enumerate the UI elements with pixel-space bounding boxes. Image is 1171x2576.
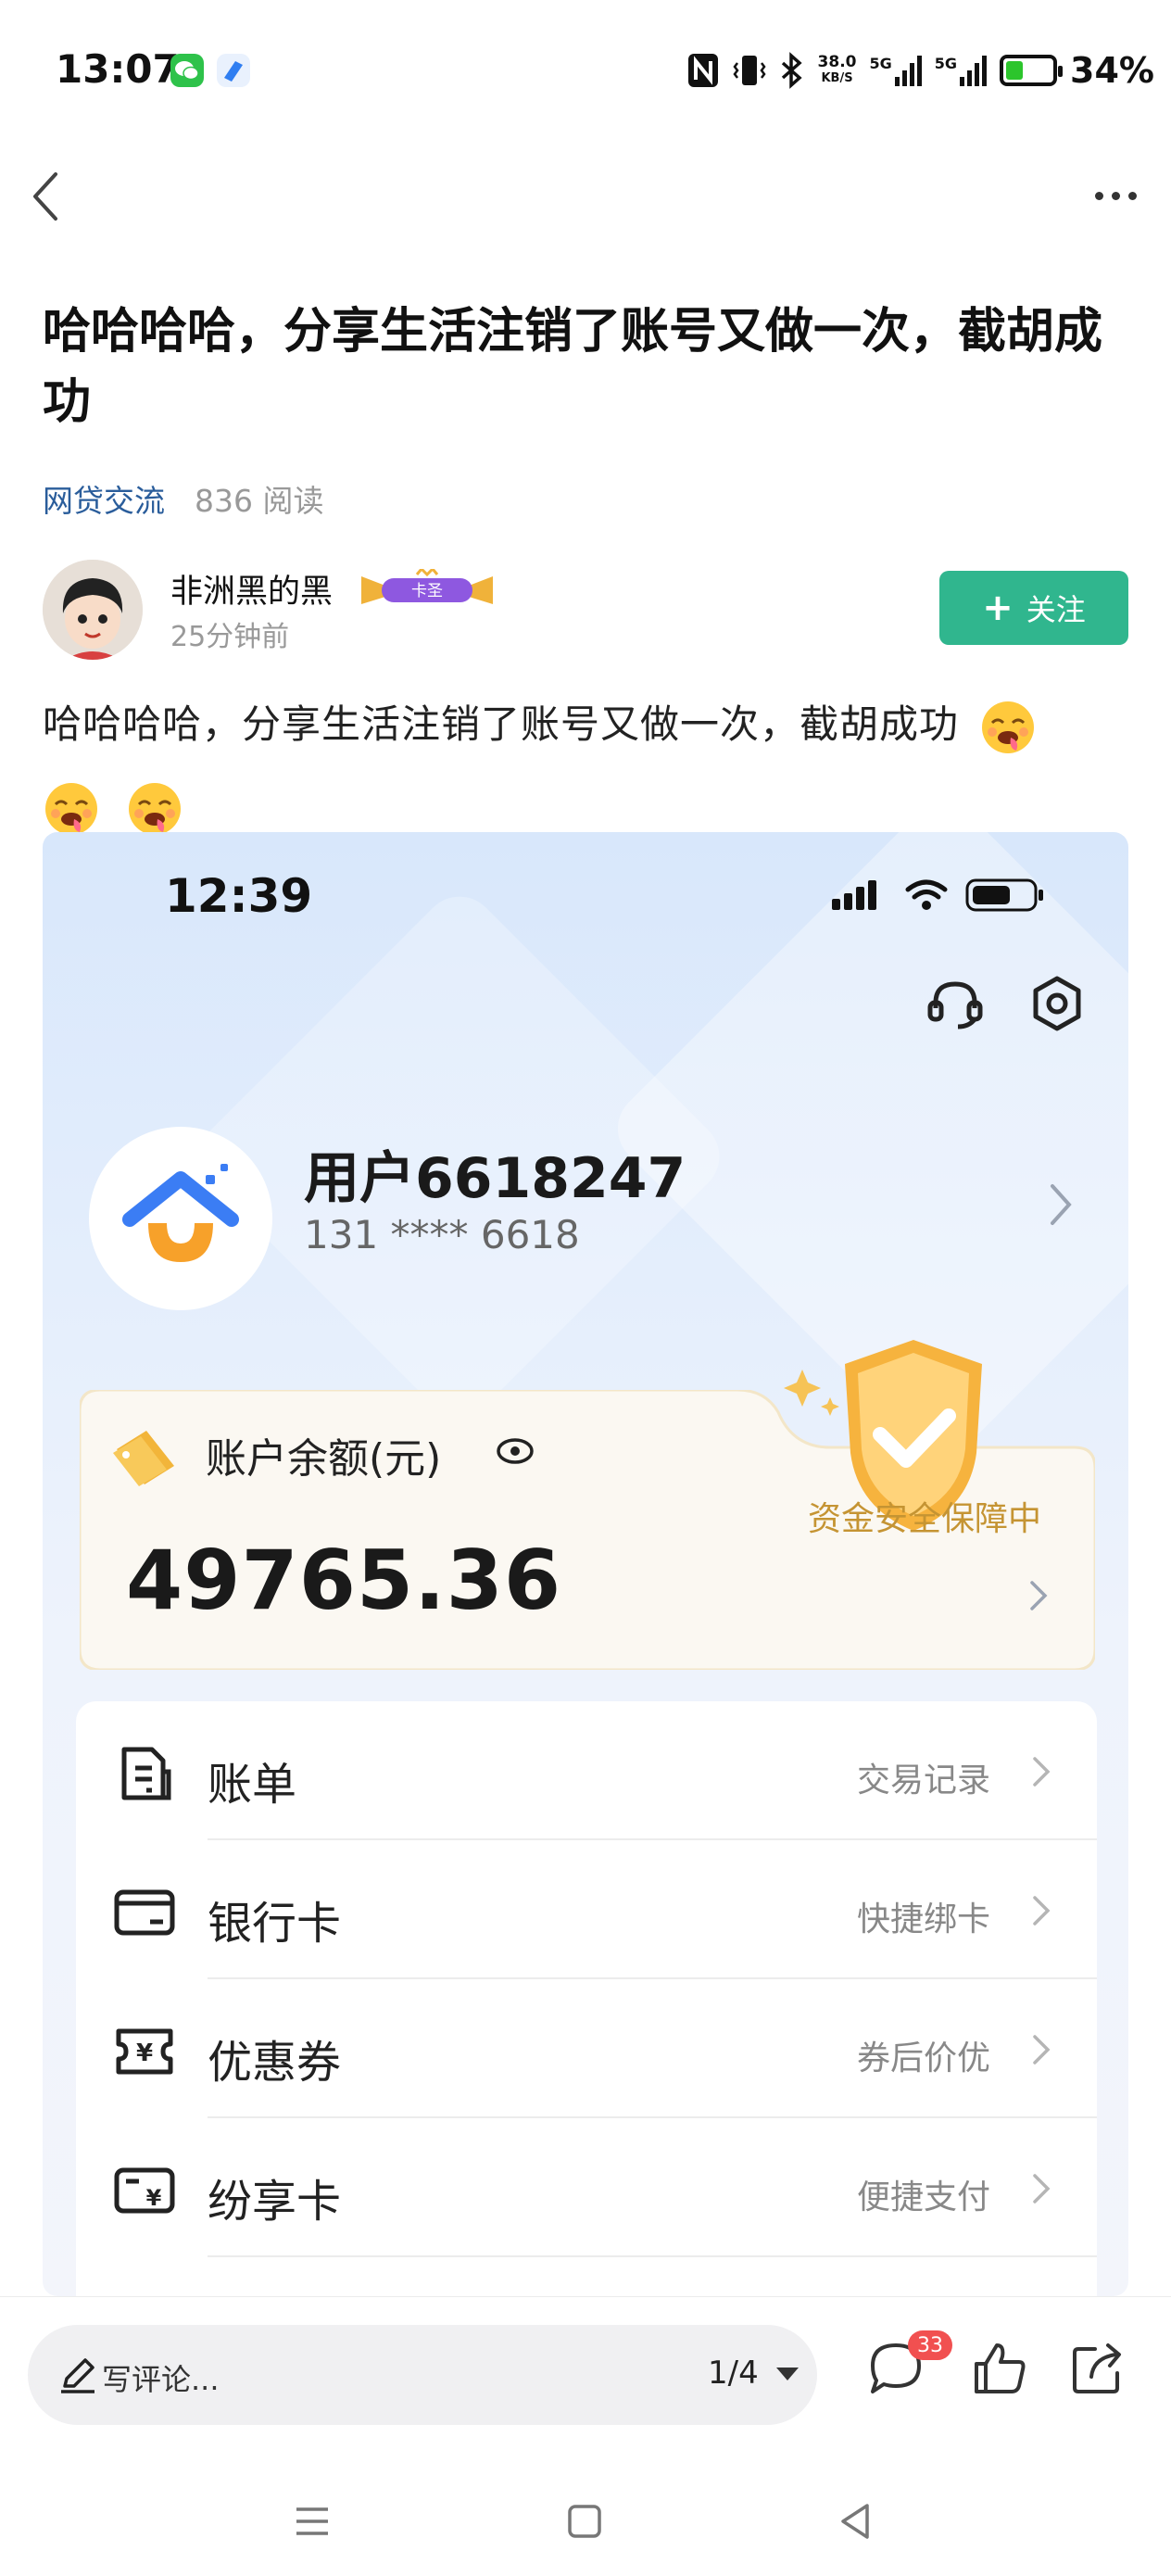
eye-icon[interactable]	[495, 1434, 535, 1468]
menu-sublabel: 交易记录	[856, 1762, 990, 1799]
more-dot-icon	[1127, 191, 1137, 200]
wifi-icon	[905, 879, 948, 910]
menu-sublabel: 快捷绑卡	[856, 1900, 990, 1938]
author-name[interactable]: 非洲黑的黑	[170, 565, 333, 612]
menu-sublabel: 便捷支付	[856, 2178, 990, 2216]
status-bar: 13:07 38.0 KB/S 5G 5G 34%	[0, 0, 1171, 139]
menu-label: 纷享卡	[208, 2176, 342, 2228]
status-time: 13:07	[56, 46, 180, 92]
menu-item-bill[interactable]: 账单 交易记录	[76, 1701, 1097, 1840]
author-badge: 卡圣	[358, 566, 497, 610]
post-time: 25分钟前	[170, 621, 290, 653]
app-logo	[89, 1127, 272, 1310]
embedded-status-time: 12:39	[165, 869, 313, 923]
read-count: 836 阅读	[195, 483, 324, 519]
signal-icon	[832, 880, 876, 910]
phone-number: 131 **** 6618	[304, 1212, 580, 1257]
divider	[208, 2255, 1097, 2257]
yummy-emoji-icon	[982, 701, 1035, 753]
security-guarantee: 资金安全保障中	[808, 1500, 1042, 1538]
home-icon[interactable]	[561, 2498, 608, 2544]
settings-icon[interactable]	[1025, 971, 1089, 1036]
app-icon	[217, 54, 250, 87]
menu-item-share-card[interactable]: ¥ 纷享卡 便捷支付	[76, 2118, 1097, 2257]
avatar[interactable]	[43, 560, 143, 660]
chevron-right-icon[interactable]	[1025, 1573, 1052, 1618]
menu-item-coupon[interactable]: ¥ 优惠券 券后价优	[76, 1979, 1097, 2118]
menu-item-bank-card[interactable]: 银行卡 快捷绑卡	[76, 1840, 1097, 1979]
svg-text:¥: ¥	[146, 2185, 162, 2211]
account-menu: 账单 交易记录 银行卡 快捷绑卡 ¥ 优惠券 券后价优 ¥ 纷享卡 便捷支付	[76, 1701, 1097, 2296]
back-icon[interactable]	[832, 2498, 878, 2544]
wechat-icon	[170, 54, 204, 87]
svg-text:¥: ¥	[136, 2039, 153, 2067]
comment-placeholder: 写评论...	[102, 2362, 220, 2397]
caret-down-icon[interactable]	[776, 2368, 799, 2380]
chevron-right-icon[interactable]	[1041, 1177, 1078, 1232]
embedded-status-icons	[832, 877, 1045, 914]
chevron-right-icon	[1033, 1757, 1051, 1787]
battery-percent: 34%	[1070, 50, 1154, 91]
yummy-emoji-icon	[45, 782, 97, 835]
category-link[interactable]: 网贷交流	[43, 476, 165, 521]
menu-icon[interactable]	[289, 2498, 335, 2544]
pen-icon	[61, 2358, 94, 2393]
coupon-icon: ¥	[116, 2028, 173, 2075]
post-title: 哈哈哈哈，分享生活注销了账号又做一次，截胡成功	[43, 304, 1103, 430]
image-pager[interactable]: 1/4	[708, 2355, 759, 2392]
post-body: 哈哈哈哈，分享生活注销了账号又做一次，截胡成功	[43, 684, 1136, 847]
chevron-right-icon	[1033, 2174, 1051, 2203]
bank-card-icon	[114, 1889, 175, 1936]
post-meta: 网贷交流 836 阅读	[43, 476, 323, 521]
system-nav-bar	[0, 2463, 1171, 2576]
balance-value: 49765.36	[126, 1533, 562, 1628]
author-row: 非洲黑的黑 卡圣 25分钟前 + 关注	[43, 560, 1128, 662]
battery-icon	[965, 878, 1043, 912]
follow-label: 关注	[1026, 592, 1086, 627]
follow-button[interactable]: + 关注	[939, 571, 1128, 645]
share-icon[interactable]	[1067, 2338, 1128, 2399]
badge-label: 卡圣	[411, 582, 443, 600]
more-options-button[interactable]	[1078, 172, 1152, 219]
bill-icon	[121, 1747, 171, 1800]
balance-label: 账户余额(元)	[206, 1435, 442, 1483]
username: 用户6618247	[304, 1146, 686, 1211]
post-body-text: 哈哈哈哈，分享生活注销了账号又做一次，截胡成功	[43, 701, 960, 747]
signal-icon-2: 5G	[935, 55, 988, 86]
menu-label: 银行卡	[208, 1898, 342, 1950]
plus-icon: +	[982, 587, 1014, 629]
nfc-icon	[687, 54, 718, 87]
menu-label: 账单	[208, 1759, 297, 1811]
comment-input[interactable]: 写评论... 1/4	[28, 2325, 817, 2425]
more-dot-icon	[1094, 191, 1103, 200]
chevron-right-icon	[1033, 1896, 1051, 1926]
back-button[interactable]	[19, 163, 83, 228]
menu-sublabel: 券后价优	[856, 2039, 990, 2077]
menu-label: 优惠券	[208, 2037, 342, 2089]
vibrate-icon	[732, 56, 766, 85]
wallet-icon	[113, 1431, 174, 1486]
like-icon[interactable]	[969, 2338, 1030, 2399]
chevron-right-icon	[1033, 2035, 1051, 2065]
bottom-action-bar: 写评论... 1/4 33	[0, 2296, 1171, 2463]
yummy-emoji-icon	[129, 782, 182, 835]
battery-icon	[1000, 55, 1064, 86]
signal-icon: 5G	[870, 55, 922, 86]
more-dot-icon	[1111, 191, 1120, 200]
chevron-left-icon	[33, 172, 57, 221]
customer-service-icon[interactable]	[923, 971, 988, 1036]
share-card-icon: ¥	[114, 2167, 175, 2214]
post-image[interactable]: 12:39 用户6618247 131 **** 6618 账户余额(元) 49…	[43, 832, 1128, 2296]
comment-count-badge: 33	[908, 2330, 952, 2360]
net-speed: 38.0 KB/S	[817, 53, 857, 86]
status-right-group: 38.0 KB/S 5G 5G 34%	[686, 44, 1154, 96]
bluetooth-icon	[781, 52, 802, 89]
